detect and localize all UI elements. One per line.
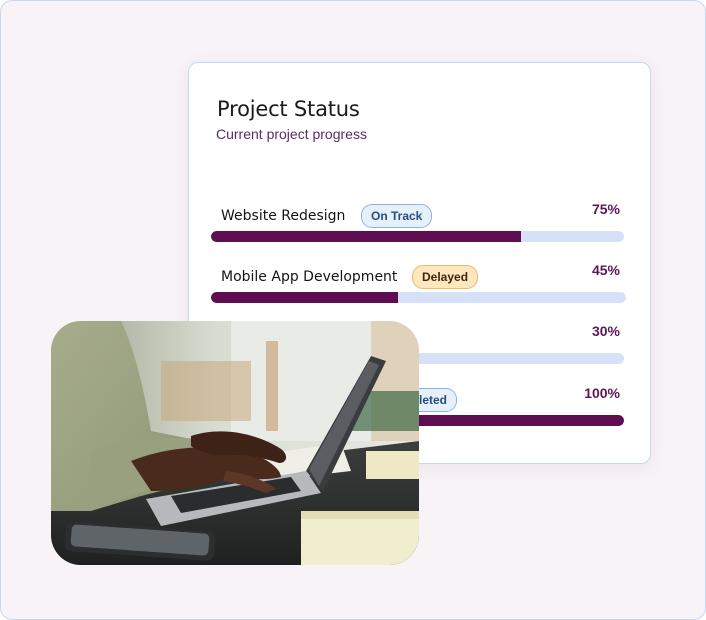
progress-percent: 45% — [591, 262, 620, 278]
laptop-photo-illustration — [51, 321, 419, 565]
project-row-mobile-app: Mobile App Development Delayed 45% — [211, 262, 626, 317]
progress-track — [211, 292, 626, 303]
progress-percent: 75% — [591, 201, 620, 217]
page-frame: Project Status Current project progress … — [0, 0, 706, 620]
card-title: Project Status — [217, 97, 360, 121]
project-row-website-redesign: Website Redesign On Track 75% — [211, 201, 626, 256]
project-name: Website Redesign — [221, 208, 346, 224]
progress-track — [211, 231, 624, 242]
card-subtitle: Current project progress — [216, 126, 367, 142]
progress-percent: 100% — [584, 385, 620, 401]
laptop-typing-photo — [51, 321, 419, 565]
status-badge-delayed: Delayed — [412, 265, 479, 289]
progress-fill — [211, 231, 521, 242]
progress-percent: 30% — [591, 323, 620, 339]
project-name: Mobile App Development — [221, 269, 398, 285]
status-badge-on-track: On Track — [361, 204, 433, 228]
progress-fill — [211, 292, 398, 303]
